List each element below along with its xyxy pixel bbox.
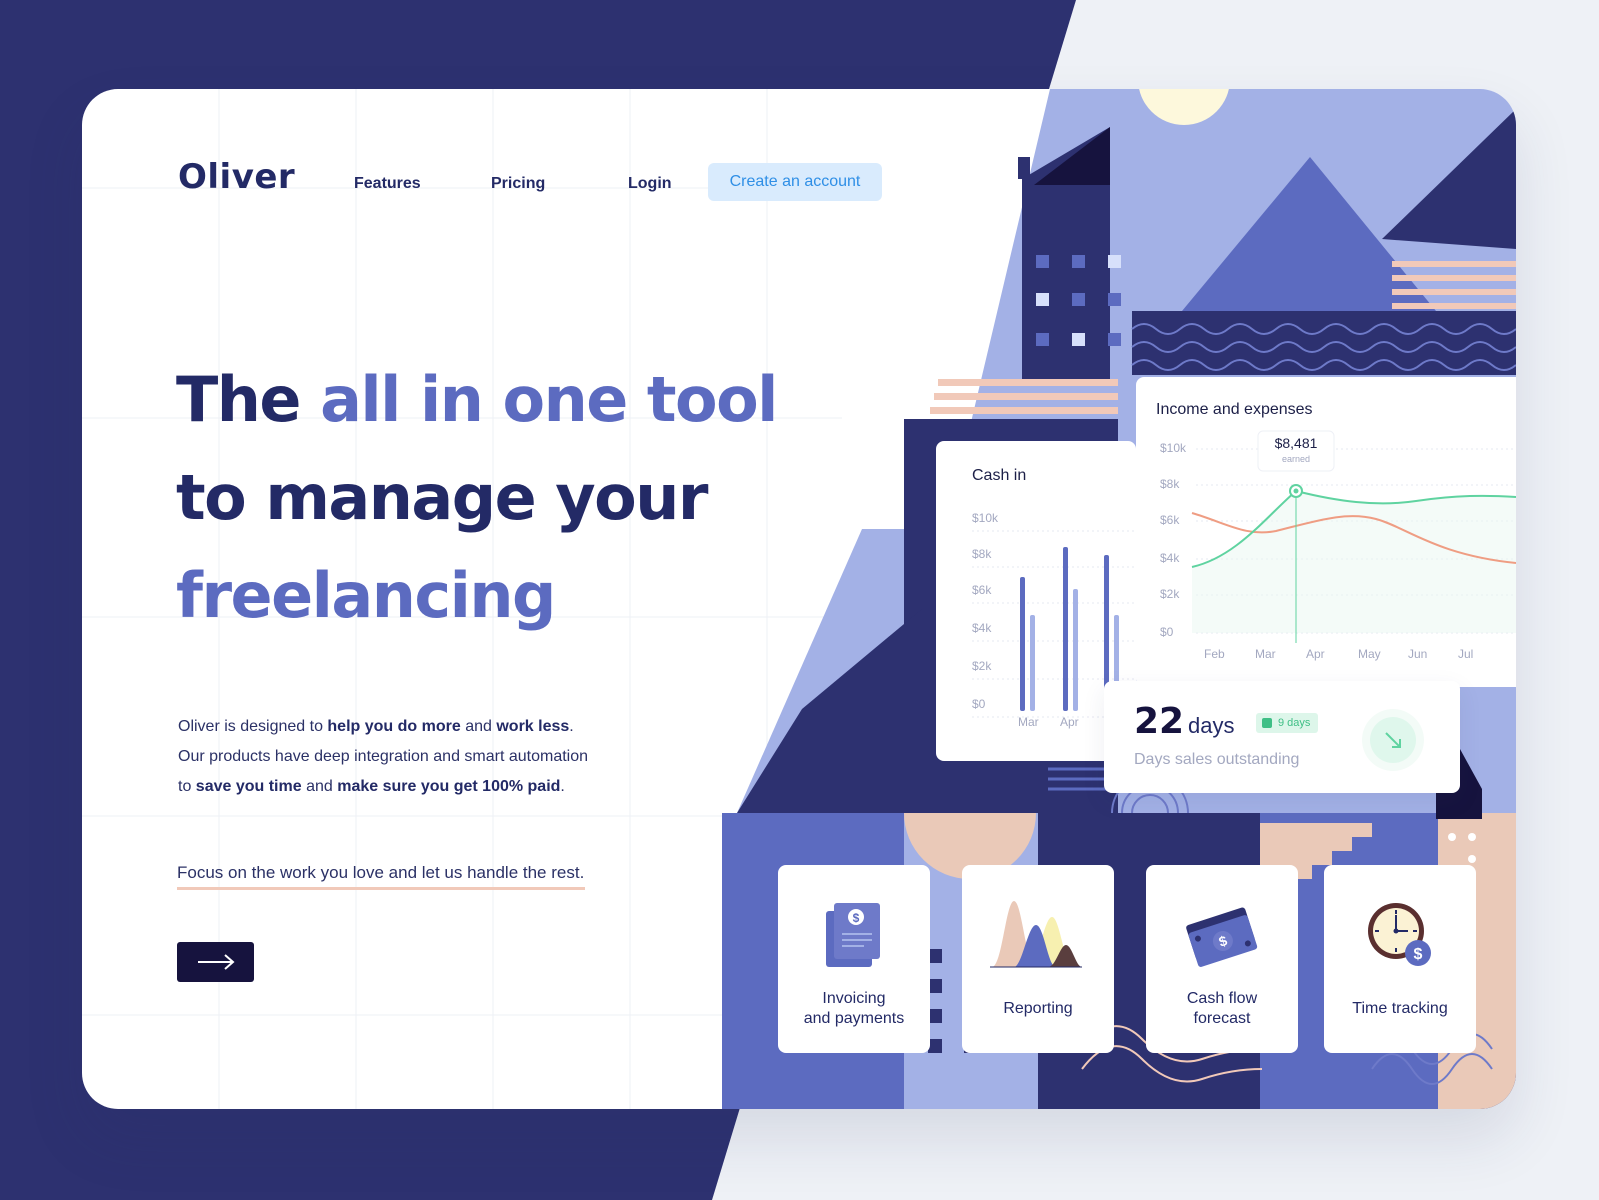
feature-label-line: and payments — [803, 1010, 905, 1027]
income-x-tick: Jun — [1408, 647, 1428, 661]
income-area — [1192, 491, 1516, 633]
tooltip-label: earned — [1281, 454, 1311, 464]
nav-pricing[interactable]: Pricing — [491, 175, 545, 193]
dso-panel: 22 days 9 days Days sales outstanding — [1104, 681, 1460, 793]
reporting-chart-icon — [990, 901, 1082, 968]
desc-text: and — [301, 778, 338, 795]
svg-text:$: $ — [853, 911, 860, 925]
dso-badge: 9 days — [1256, 713, 1319, 733]
hero-headline: The all in one tool to manage your freel… — [176, 351, 816, 645]
cash-in-x-tick: Apr — [1060, 715, 1079, 729]
desc-text: . — [569, 718, 574, 735]
headline-line-3: freelancing — [176, 559, 556, 632]
desc-line-2: Our products have deep integration and s… — [178, 748, 589, 765]
feature-label: Invoicing and payments — [778, 989, 930, 1029]
minus-icon — [1262, 718, 1272, 728]
arrow-down-right-icon — [1370, 717, 1416, 763]
desc-text: and — [460, 718, 497, 735]
feature-card-reporting[interactable]: Reporting — [962, 865, 1114, 1053]
hero-card: Oliver Features Pricing Login Create an … — [82, 89, 1516, 1109]
income-x-tick: Feb — [1204, 647, 1225, 661]
focus-tagline: Focus on the work you love and let us ha… — [177, 863, 585, 882]
dso-label: Days sales outstanding — [1134, 751, 1300, 768]
feature-card-invoicing[interactable]: $ Invoicing and payments — [778, 865, 930, 1053]
nav-features[interactable]: Features — [354, 175, 421, 193]
desc-bold: make sure you get 100% paid — [337, 778, 561, 795]
income-x-tick: Apr — [1306, 647, 1325, 661]
cash-icon: $ — [1186, 907, 1258, 967]
feature-label-line: forecast — [1193, 1010, 1251, 1027]
invoice-icon: $ — [826, 903, 880, 967]
svg-text:$: $ — [1414, 946, 1423, 963]
income-x-tick: May — [1358, 647, 1381, 661]
brand-logo[interactable]: Oliver — [178, 157, 295, 197]
feature-label: Time tracking — [1324, 999, 1476, 1019]
desc-bold: work less — [496, 718, 570, 735]
headline-part: The — [176, 363, 321, 436]
cash-in-bar — [1073, 589, 1078, 711]
feature-card-time-tracking[interactable]: $ Time tracking — [1324, 865, 1476, 1053]
hero-description: Oliver is designed to help you do more a… — [178, 712, 638, 802]
nav-login[interactable]: Login — [628, 175, 672, 193]
tooltip-value: $8,481 — [1274, 435, 1318, 451]
headline-line-2: to manage your — [176, 461, 708, 534]
feature-label-line: Reporting — [1003, 1000, 1073, 1017]
headline-highlight: all in one tool — [320, 363, 778, 436]
desc-bold: save you time — [195, 778, 302, 795]
get-started-arrow-button[interactable] — [177, 942, 254, 982]
cash-in-bar — [1020, 577, 1025, 711]
feature-label-line: Invoicing — [822, 990, 886, 1007]
dso-unit: days — [1188, 713, 1235, 738]
income-expenses-panel: Income and expenses $10k $8k $6k $4k $2k… — [1136, 377, 1516, 687]
cash-in-bar — [1063, 547, 1068, 711]
income-x-tick: Jul — [1458, 647, 1474, 661]
feature-label-line: Time tracking — [1352, 1000, 1448, 1017]
focus-underline — [177, 887, 585, 890]
feature-label: Reporting — [962, 999, 1114, 1019]
desc-text: to — [178, 778, 196, 795]
income-x-tick: Mar — [1255, 647, 1276, 661]
feature-label: Cash flow forecast — [1146, 989, 1298, 1029]
arrow-right-icon — [197, 954, 235, 970]
desc-text: . — [560, 778, 565, 795]
create-account-button[interactable]: Create an account — [708, 163, 882, 201]
income-chart — [1191, 430, 1516, 643]
feature-card-cash-flow[interactable]: $ Cash flow forecast — [1146, 865, 1298, 1053]
dso-number: 22 — [1134, 701, 1185, 742]
cash-in-x-tick: Mar — [1018, 715, 1039, 729]
clock-dollar-icon: $ — [1368, 903, 1431, 966]
desc-bold: help you do more — [327, 718, 461, 735]
feature-label-line: Cash flow — [1186, 990, 1258, 1007]
dso-badge-text: 9 days — [1278, 717, 1311, 729]
desc-text: Oliver is designed to — [178, 718, 328, 735]
cash-in-bar — [1030, 615, 1035, 711]
